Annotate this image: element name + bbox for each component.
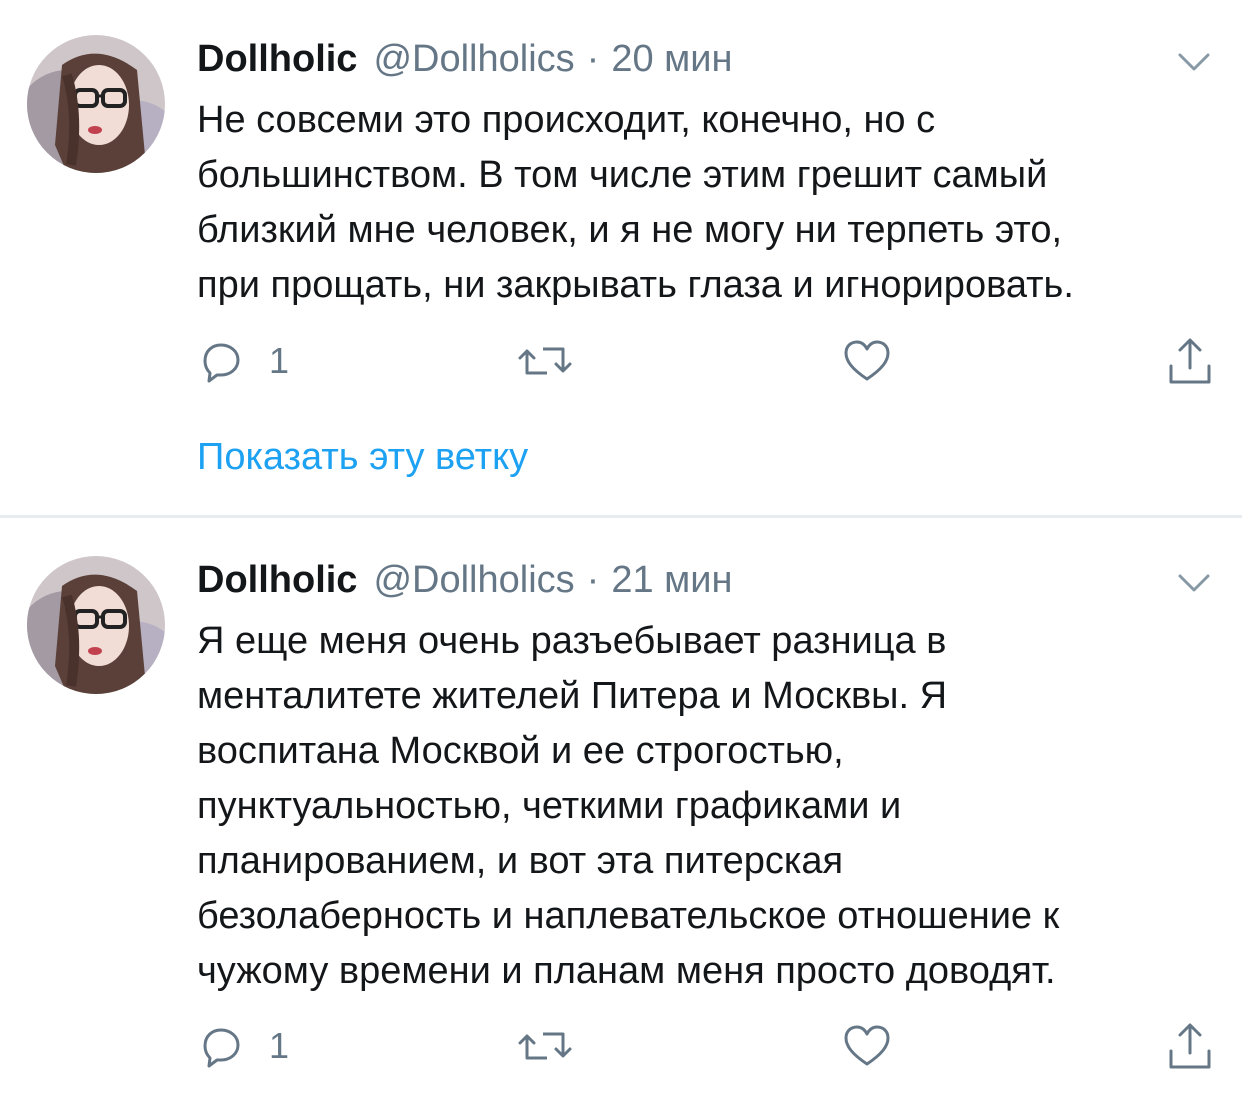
tweet[interactable]: Dollholic @Dollholics · 20 мин Не совсем…: [0, 0, 1242, 516]
share-button[interactable]: [1165, 335, 1215, 387]
chevron-down-icon[interactable]: [1176, 571, 1212, 595]
retweet-icon: [518, 347, 572, 375]
tweet-text-line: менталитете жителей Питера и Москвы. Я: [197, 675, 948, 717]
reply-icon: [203, 1028, 240, 1068]
user-handle[interactable]: @Dollholics: [373, 559, 574, 602]
retweet-icon: [518, 1032, 572, 1060]
tweet-text-line: планированием, и вот эта питерская: [197, 840, 844, 882]
tweet-text-line: Я еще меня очень разъебывает разница в: [197, 620, 947, 662]
tweet-text-line: Не совсеми это происходит, конечно, но с: [197, 99, 936, 141]
like-icon: [844, 1025, 890, 1066]
tweet-text-line: воспитана Москвой и ее строгостью,: [197, 730, 844, 772]
tweet-text-line: пунктуальностью, четкими графиками и: [197, 785, 902, 827]
tweet-text: Я еще меня очень разъебывает разница в м…: [197, 614, 1227, 999]
tweet-actions: 1: [197, 335, 1217, 387]
avatar[interactable]: [27, 556, 165, 694]
reply-button[interactable]: 1: [197, 335, 289, 387]
tweet[interactable]: Dollholic @Dollholics · 21 мин Я еще мен…: [0, 519, 1242, 1115]
tweet-text-line: при прощать, ни закрывать глаза и игнори…: [197, 264, 1074, 306]
tweet-text: Не совсеми это происходит, конечно, но с…: [197, 93, 1227, 313]
retweet-button[interactable]: [517, 335, 573, 387]
user-handle[interactable]: @Dollholics: [373, 38, 574, 81]
like-button[interactable]: [842, 335, 892, 387]
tweet-text-line: чужому времени и планам меня просто дово…: [197, 950, 1056, 992]
retweet-button[interactable]: [517, 1020, 573, 1072]
tweet-actions: 1: [197, 1020, 1217, 1072]
chevron-down-icon[interactable]: [1176, 50, 1212, 74]
reply-icon: [203, 343, 240, 383]
tweet-divider: [0, 515, 1242, 518]
like-icon: [844, 340, 890, 381]
tweet-time[interactable]: 20 мин: [611, 38, 732, 81]
reply-button[interactable]: 1: [197, 1020, 289, 1072]
tweet-time[interactable]: 21 мин: [611, 559, 732, 602]
like-button[interactable]: [842, 1020, 892, 1072]
tweet-header: Dollholic @Dollholics · 21 мин: [197, 559, 732, 609]
display-name[interactable]: Dollholic: [197, 559, 357, 602]
separator: ·: [586, 38, 600, 80]
share-icon: [1169, 1023, 1211, 1069]
reply-count: 1: [269, 1025, 290, 1066]
show-thread-link[interactable]: Показать эту ветку: [197, 436, 528, 479]
display-name[interactable]: Dollholic: [197, 38, 357, 81]
tweet-text-line: близкий мне человек, и я не могу ни терп…: [197, 209, 1063, 251]
separator: ·: [586, 559, 600, 601]
tweet-text-line: большинством. В том числе этим грешит са…: [197, 154, 1048, 196]
share-button[interactable]: [1165, 1020, 1215, 1072]
reply-count: 1: [269, 340, 290, 381]
share-icon: [1169, 338, 1211, 384]
tweet-text-line: безолаберность и наплевательское отношен…: [197, 895, 1060, 937]
avatar[interactable]: [27, 35, 165, 173]
tweet-header: Dollholic @Dollholics · 20 мин: [197, 38, 732, 88]
